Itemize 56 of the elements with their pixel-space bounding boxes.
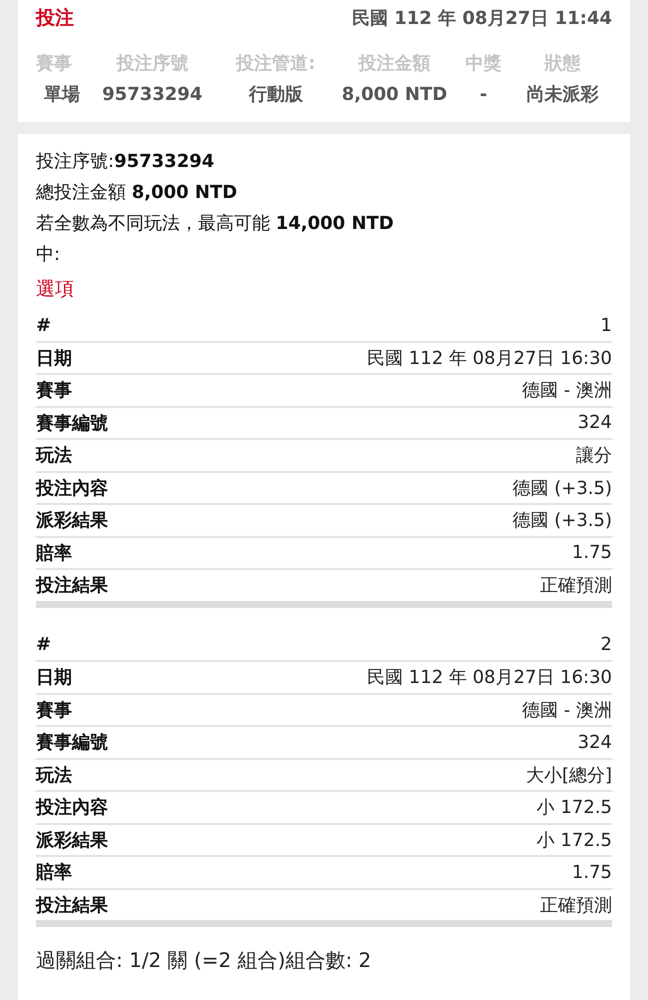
table-cell-text: 95733294 — [101, 83, 204, 107]
row-label: 投注結果 — [36, 574, 108, 598]
row-label: 賽事編號 — [36, 412, 108, 435]
column-header: 中獎 — [464, 52, 502, 76]
row-label: 賠率 — [36, 861, 72, 884]
row-label: 投注內容 — [36, 476, 108, 500]
combo-summary: 過關組合: 1/2 關 (=2 組合)組合數: 2 — [36, 947, 372, 974]
row-value: 德國 (+3.5) — [512, 509, 612, 532]
table-cell-text: 8,000 NTD — [340, 83, 448, 107]
row-label: 賽事編號 — [36, 731, 108, 754]
row-label: 玩法 — [36, 444, 72, 468]
summary-line: 總投注金額 8,000 NTD — [36, 181, 238, 205]
bet-title: 投注 — [36, 6, 74, 31]
row-value: 1 — [600, 314, 612, 336]
row-value: 小 172.5 — [536, 796, 612, 820]
row-label: 賽事 — [36, 379, 72, 402]
row-value: 324 — [578, 732, 612, 753]
row-label: # — [36, 314, 52, 336]
row-value: 正確預測 — [540, 894, 612, 917]
table-cell-text: - — [478, 83, 488, 107]
row-value: 2 — [600, 634, 612, 656]
row-value: 讓分 — [576, 444, 612, 468]
summary-line: 中: — [36, 243, 62, 267]
row-value: 小 172.5 — [536, 828, 612, 852]
row-value: 德國 (+3.5) — [512, 476, 612, 500]
row-value: 1.75 — [572, 862, 612, 883]
column-header: 投注序號 — [115, 52, 190, 76]
row-value: 324 — [578, 412, 612, 434]
row-label: 日期 — [36, 666, 72, 690]
row-label: 玩法 — [36, 764, 72, 787]
column-header: 賽事 — [36, 52, 73, 76]
bet-datetime: 民國 112 年 08月27日 11:44 — [352, 7, 612, 30]
column-header: 狀態 — [543, 52, 582, 76]
column-header: 投注管道: — [234, 52, 316, 76]
row-value: 民國 112 年 08月27日 16:30 — [367, 346, 612, 370]
row-label: 派彩結果 — [36, 828, 108, 852]
options-heading: 選項 — [36, 277, 75, 302]
row-label: 日期 — [36, 346, 72, 370]
summary-line: 若全數為不同玩法，最高可能 14,000 NTD — [36, 212, 395, 236]
row-label: 投注結果 — [36, 894, 108, 917]
row-label: 賠率 — [36, 542, 72, 565]
column-header: 投注金額 — [357, 52, 432, 76]
row-label: # — [36, 634, 52, 656]
row-value: 正確預測 — [540, 574, 612, 598]
table-cell-text: 單場 — [43, 83, 81, 107]
table-cell-text: 尚未派彩 — [526, 83, 600, 107]
row-value: 民國 112 年 08月27日 16:30 — [367, 666, 612, 690]
row-value: 德國 - 澳洲 — [522, 698, 612, 722]
row-label: 賽事 — [36, 698, 72, 722]
row-label: 派彩結果 — [36, 509, 108, 532]
row-value: 1.75 — [572, 542, 612, 564]
row-value: 德國 - 澳洲 — [522, 379, 612, 402]
row-value: 大小[總分] — [526, 764, 612, 787]
summary-line: 投注序號:95733294 — [36, 150, 216, 174]
row-label: 投注內容 — [36, 796, 108, 820]
table-cell-text: 行動版 — [248, 83, 304, 107]
